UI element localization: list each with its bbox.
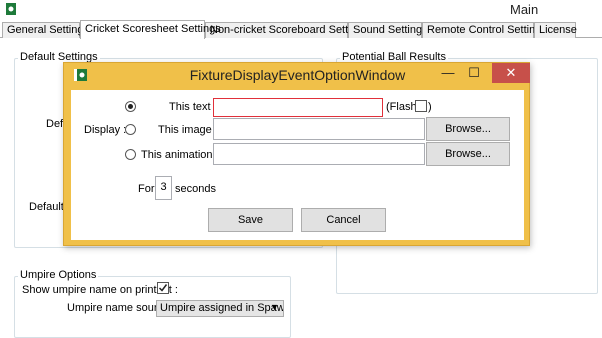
umpire-name-source-value: Umpire assigned in Spawt [160,302,284,314]
animation-path-input[interactable] [213,143,425,165]
tab-sound-settings[interactable]: Sound Settings [348,22,428,38]
tab-license[interactable]: License [534,22,577,38]
tab-general-settings[interactable]: General Settings [2,22,89,38]
tab-label: Remote Control Settings [427,24,547,36]
umpire-options-title: Umpire Options [18,269,99,281]
tab-label: Non-cricket Scoreboard Settings [210,24,369,36]
this-text-label: This text : [169,101,217,113]
dropdown-arrow-icon: ▼ [270,302,279,312]
checkmark-icon [158,284,168,292]
tab-label: General Settings [7,24,89,36]
umpire-name-source-select[interactable]: Umpire assigned in Spawt ▼ [156,300,284,317]
cancel-button[interactable]: Cancel [301,208,386,232]
main-titlebar: Main [0,0,602,21]
fixture-display-event-option-dialog: FixtureDisplayEventOptionWindow — ☐ ✕ Th… [63,62,530,246]
close-button[interactable]: ✕ [492,63,530,83]
flash-checkbox[interactable] [415,100,427,112]
display-text-radio[interactable] [125,101,136,112]
tab-label: Sound Settings [353,24,428,36]
tab-label: License [539,24,577,36]
tab-label: Cricket Scoresheet Settings [85,23,221,35]
tab-non-cricket-scoreboard-settings[interactable]: Non-cricket Scoreboard Settings [205,22,368,38]
app-flag-icon [3,3,16,15]
show-umpire-name-checkbox[interactable] [157,282,169,294]
this-image-label: This image : [158,124,218,136]
flash-label-suffix: ) [428,101,432,113]
display-animation-radio[interactable] [125,149,136,160]
this-animation-label: This animation : [141,149,219,161]
seconds-label: seconds [175,183,216,195]
seconds-input[interactable]: 3 [155,176,172,200]
flash-label: (Flash [386,101,417,113]
save-button[interactable]: Save [208,208,293,232]
settings-tabstrip: General Settings Cricket Scoresheet Sett… [0,20,602,39]
tab-cricket-scoresheet-settings[interactable]: Cricket Scoresheet Settings [80,20,221,39]
window-title: Main [510,2,539,17]
for-label: For [138,183,155,195]
browse-image-button[interactable]: Browse... [426,117,510,141]
dialog-body: This text : (Flash ) Display : This imag… [71,90,524,240]
show-umpire-name-label: Show umpire name on printout : [22,284,178,296]
text-input[interactable] [213,98,383,117]
browse-animation-button[interactable]: Browse... [426,142,510,166]
maximize-button[interactable]: ☐ [461,63,487,83]
display-label: Display : [84,124,127,136]
display-image-radio[interactable] [125,124,136,135]
minimize-button[interactable]: — [435,63,461,83]
tab-remote-control-settings[interactable]: Remote Control Settings [422,22,547,38]
image-path-input[interactable] [213,118,425,140]
